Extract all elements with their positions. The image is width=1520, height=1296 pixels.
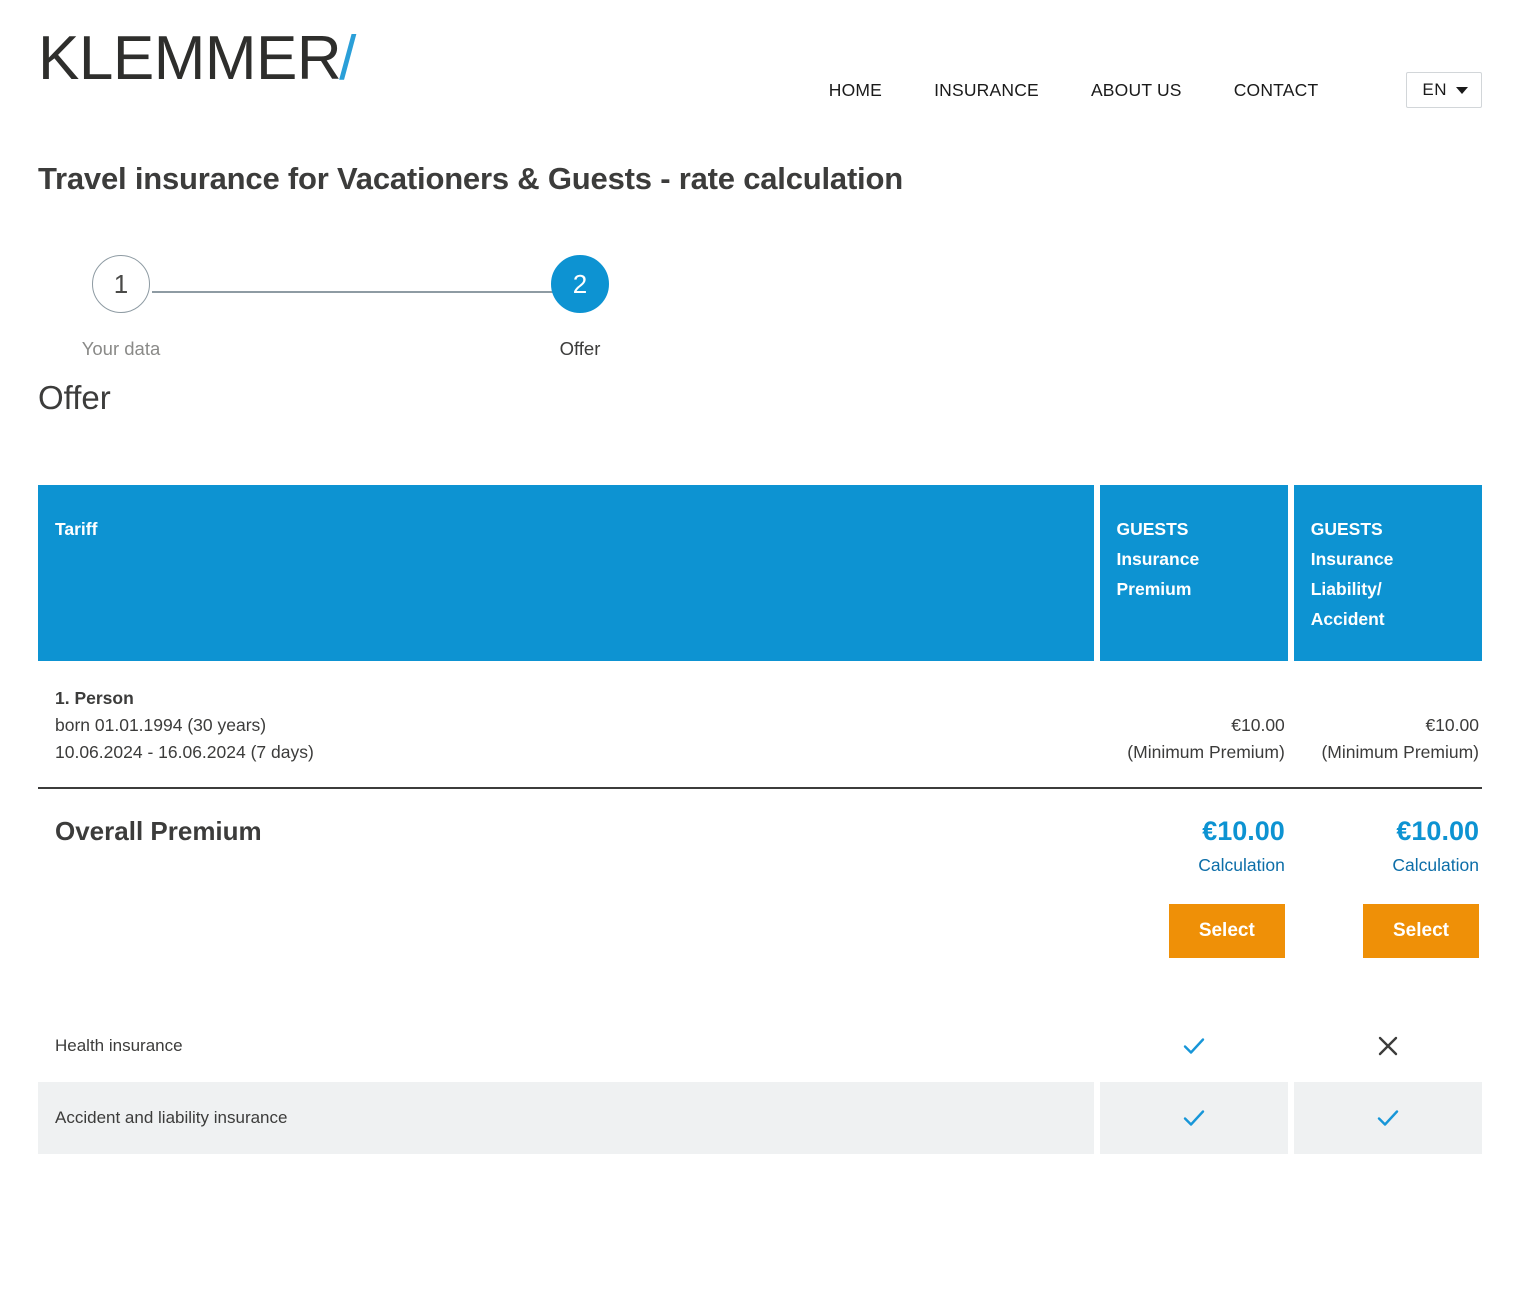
person-travel-period: 10.06.2024 - 16.06.2024 (7 days) bbox=[55, 741, 314, 762]
stepper-step-2-number: 2 bbox=[572, 268, 588, 299]
person-liability-cell: €10.00 (Minimum Premium) bbox=[1294, 685, 1482, 766]
select-button-premium[interactable]: Select bbox=[1168, 904, 1285, 959]
cross-icon bbox=[1375, 1033, 1401, 1059]
progress-stepper: 1 Your data 2 Offer bbox=[38, 255, 1482, 375]
stepper-step-your-data[interactable]: 1 Your data bbox=[56, 255, 186, 360]
nav-about-us[interactable]: ABOUT US bbox=[1065, 80, 1208, 101]
nav-insurance[interactable]: INSURANCE bbox=[908, 80, 1065, 101]
overall-liability-price: €10.00 bbox=[1396, 815, 1479, 846]
header-premium-line1: GUESTS bbox=[1116, 519, 1189, 540]
header-cell-tariff: Tariff bbox=[38, 485, 1094, 661]
header-liability-line2: Insurance bbox=[1310, 549, 1394, 570]
offer-table: Tariff GUESTS Insurance Premium GUESTS I… bbox=[38, 485, 1482, 1155]
offer-table-header-row: Tariff GUESTS Insurance Premium GUESTS I… bbox=[38, 485, 1482, 661]
person-premium-price: €10.00 bbox=[1231, 714, 1285, 735]
feature-accident-liability-value bbox=[1294, 1082, 1482, 1154]
calculation-link-liability[interactable]: Calculation bbox=[1392, 855, 1479, 876]
nav-home[interactable]: HOME bbox=[803, 80, 908, 101]
stepper-connector-line bbox=[152, 291, 556, 294]
person-premium-note: (Minimum Premium) bbox=[1127, 741, 1285, 762]
offer-table-overall-row: Overall Premium €10.00 Calculation Selec… bbox=[38, 789, 1482, 959]
feature-health-liability-value bbox=[1294, 1010, 1482, 1082]
nav-contact[interactable]: CONTACT bbox=[1208, 80, 1345, 101]
feature-comparison-list: Health insurance Accident and liability … bbox=[38, 1010, 1482, 1155]
overall-premium-price: €10.00 bbox=[1202, 815, 1285, 846]
site-logo[interactable]: KLEMMER / bbox=[38, 28, 356, 90]
select-button-liability[interactable]: Select bbox=[1363, 904, 1479, 959]
header-cell-guests-premium: GUESTS Insurance Premium bbox=[1099, 485, 1288, 661]
person-liability-spacer bbox=[1294, 685, 1479, 712]
person-liability-note: (Minimum Premium) bbox=[1321, 741, 1479, 762]
stepper-step-1-label: Your data bbox=[81, 338, 161, 360]
feature-row-health-insurance: Health insurance bbox=[38, 1010, 1482, 1083]
header-premium-line3: Premium bbox=[1116, 579, 1192, 600]
offer-table-person-row: 1. Person born 01.01.1994 (30 years) 10.… bbox=[38, 661, 1482, 766]
feature-row-accident-liability: Accident and liability insurance bbox=[38, 1082, 1482, 1155]
person-details: 1. Person born 01.01.1994 (30 years) 10.… bbox=[38, 685, 1094, 766]
check-icon bbox=[1373, 1103, 1403, 1133]
overall-premium-cell: €10.00 Calculation Select bbox=[1100, 815, 1288, 959]
header-liability-line3: Liability/ bbox=[1310, 579, 1382, 600]
person-premium-cell: €10.00 (Minimum Premium) bbox=[1100, 685, 1288, 766]
check-icon bbox=[1179, 1031, 1209, 1061]
feature-label-accident-liability: Accident and liability insurance bbox=[55, 1108, 288, 1128]
calculation-link-premium[interactable]: Calculation bbox=[1198, 855, 1285, 876]
stepper-step-1-number: 1 bbox=[113, 268, 129, 299]
feature-accident-premium-value bbox=[1100, 1082, 1288, 1154]
person-name: 1. Person bbox=[55, 687, 134, 708]
person-premium-spacer bbox=[1100, 685, 1285, 712]
chevron-down-icon bbox=[1456, 86, 1468, 94]
feature-label-health-insurance: Health insurance bbox=[55, 1036, 183, 1056]
check-icon bbox=[1179, 1103, 1209, 1133]
stepper-step-2-circle[interactable]: 2 bbox=[551, 255, 609, 314]
header-liability-line1: GUESTS bbox=[1310, 519, 1383, 540]
overall-liability-cell: €10.00 Calculation Select bbox=[1294, 815, 1482, 959]
logo-wordmark: KLEMMER bbox=[38, 24, 342, 93]
header-cell-guests-liability-accident: GUESTS Insurance Liability/ Accident bbox=[1293, 485, 1482, 661]
stepper-step-1-circle[interactable]: 1 bbox=[92, 255, 150, 314]
stepper-step-offer[interactable]: 2 Offer bbox=[515, 255, 645, 360]
page-content: Travel insurance for Vacationers & Guest… bbox=[0, 160, 1520, 1155]
overall-premium-label: Overall Premium bbox=[55, 815, 262, 846]
header-liability-line4: Accident bbox=[1310, 609, 1385, 630]
person-liability-price: €10.00 bbox=[1425, 714, 1479, 735]
person-birthdate: born 01.01.1994 (30 years) bbox=[55, 714, 267, 735]
stepper-step-2-label: Offer bbox=[559, 338, 601, 360]
main-navigation: HOME INSURANCE ABOUT US CONTACT EN bbox=[803, 72, 1482, 108]
feature-health-premium-value bbox=[1100, 1010, 1288, 1082]
logo-slash-icon: / bbox=[339, 24, 357, 93]
language-selector[interactable]: EN bbox=[1406, 72, 1482, 108]
header-premium-line2: Insurance bbox=[1116, 549, 1200, 570]
section-title-offer: Offer bbox=[38, 379, 111, 417]
language-selected-label: EN bbox=[1422, 80, 1447, 99]
site-header: KLEMMER / HOME INSURANCE ABOUT US CONTAC… bbox=[0, 0, 1520, 160]
page-title: Travel insurance for Vacationers & Guest… bbox=[38, 161, 903, 196]
